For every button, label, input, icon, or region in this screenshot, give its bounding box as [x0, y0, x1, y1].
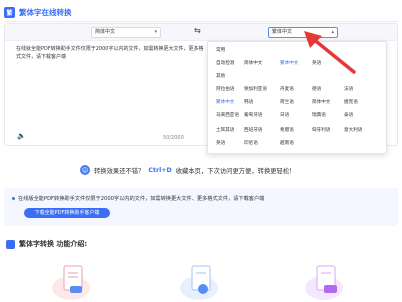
- dropdown-option[interactable]: 韩语: [244, 99, 253, 105]
- bookmark-shortcut: Ctrl+D: [148, 166, 172, 174]
- dropdown-option[interactable]: 丹麦语: [280, 86, 294, 92]
- dropdown-option[interactable]: 泰语: [344, 112, 353, 118]
- document-edit-icon: [63, 265, 83, 293]
- dropdown-option[interactable]: 越南语: [280, 140, 294, 146]
- translate-icon: 繁: [4, 6, 15, 18]
- features-title: 繁体字转换 功能介绍:: [19, 240, 88, 248]
- dropdown-option[interactable]: 保加利亚语: [244, 86, 267, 92]
- dropdown-option[interactable]: 自动检测: [216, 60, 234, 66]
- dropdown-option[interactable]: 繁体中文: [280, 60, 298, 66]
- dropdown-option[interactable]: 日语: [280, 112, 289, 118]
- section-icon: [6, 239, 15, 249]
- feedback-text-after: 收藏本页，下次访问更方便，转换更轻松！: [175, 167, 296, 175]
- promo-text: 在线版全能PDF转换助手文件仅限于2000字以内的文件，如需转换更大文件、更多格…: [18, 196, 265, 202]
- source-text-area[interactable]: 在线就全能PDF转换助手文件仅限于2000字以内的文件，如需转换更大文件，更多格…: [16, 45, 206, 61]
- dropdown-option[interactable]: 瑞典语: [312, 112, 326, 118]
- dropdown-option[interactable]: 简体中文: [312, 99, 330, 105]
- feedback-text-before: 转换效果还不错？: [94, 167, 145, 175]
- dropdown-option[interactable]: 希腊语: [280, 127, 294, 133]
- source-language-label: 简体中文: [95, 29, 116, 35]
- swap-languages-icon[interactable]: ⇆: [194, 26, 201, 35]
- promo-text-row: 在线版全能PDF转换助手文件仅限于2000字以内的文件，如需转换更大文件、更多格…: [12, 195, 264, 202]
- dropdown-option[interactable]: 土耳其语: [216, 127, 234, 133]
- dropdown-option[interactable]: 法语: [344, 86, 353, 92]
- dropdown-option[interactable]: 印尼语: [244, 140, 258, 146]
- dropdown-option[interactable]: 德语: [312, 86, 321, 92]
- document-upload-icon: [191, 265, 211, 294]
- character-counter: 50/2000: [163, 135, 184, 141]
- features-heading: 繁体字转换 功能介绍:: [6, 239, 87, 249]
- header-divider: [4, 21, 398, 22]
- download-promo: 在线版全能PDF转换助手文件仅限于2000字以内的文件，如需转换更大文件、更多格…: [4, 188, 398, 226]
- source-language-select[interactable]: 简体中文 ▾: [91, 27, 161, 38]
- speaker-icon[interactable]: 🔈: [17, 132, 26, 140]
- page-header: 繁 繁体字在线转换: [4, 5, 72, 19]
- dropdown-option[interactable]: 葡萄牙语: [244, 112, 262, 118]
- language-dropdown: 常用 自动检测 简体中文 繁体中文 英语 其他 阿拉伯语 保加利亚语 丹麦语 德语 法语 繁体中文 韩语…: [207, 41, 387, 154]
- dropdown-option[interactable]: 简体中文: [244, 60, 262, 66]
- chevron-down-icon: ▾: [154, 29, 157, 35]
- dropdown-option[interactable]: 阿拉伯语: [216, 86, 234, 92]
- dropdown-option[interactable]: 意大利语: [344, 127, 362, 133]
- document-check-icon: [316, 265, 337, 293]
- dropdown-option[interactable]: 西班牙语: [244, 127, 262, 133]
- dropdown-option[interactable]: 马来西亚语: [216, 112, 239, 118]
- red-arrow-annotation: [304, 31, 356, 74]
- smile-icon: ☺: [80, 165, 90, 175]
- dropdown-option[interactable]: 英语: [216, 140, 225, 146]
- feedback-row: ☺ 转换效果还不错？ Ctrl+D 收藏本页，下次访问更方便，转换更轻松！: [80, 165, 295, 175]
- bullet-icon: [12, 197, 15, 200]
- dropdown-option[interactable]: 荷兰语: [280, 99, 294, 105]
- download-client-button[interactable]: 下载全能PDF转换助手客户端: [24, 208, 110, 218]
- dropdown-option[interactable]: 匈牙利语: [312, 127, 330, 133]
- dropdown-group-label: 常用: [216, 48, 226, 53]
- page-title: 繁体字在线转换: [19, 7, 72, 17]
- target-language-label: 繁体中文: [272, 29, 293, 35]
- dropdown-option[interactable]: 捷克语: [344, 99, 358, 105]
- dropdown-option[interactable]: 繁体中文: [216, 99, 234, 105]
- dropdown-group-label: 其他: [216, 74, 226, 79]
